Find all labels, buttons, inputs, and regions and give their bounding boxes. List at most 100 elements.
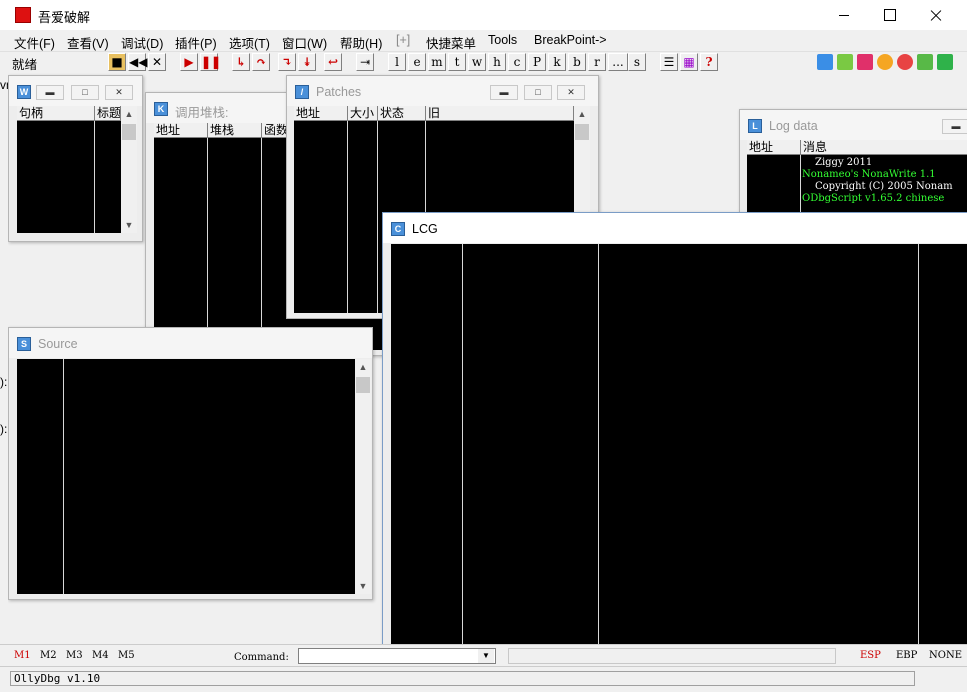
window-caption[interactable]: C LCG — [383, 213, 967, 243]
box-plugin-icon[interactable] — [937, 54, 953, 70]
chart-plugin-icon[interactable] — [917, 54, 933, 70]
rewind-icon[interactable]: ◀◀ — [128, 53, 147, 71]
column-header[interactable]: 消息 — [801, 140, 967, 155]
windows-list-pane[interactable] — [17, 121, 121, 233]
window-title: LCG — [412, 222, 438, 236]
scroll-thumb[interactable] — [122, 124, 136, 140]
menu-window[interactable]: 窗口(W) — [282, 33, 327, 52]
pause-icon[interactable]: ❚❚ — [200, 53, 221, 71]
toolbar-w-button[interactable]: w — [468, 53, 486, 71]
help-button[interactable]: ? — [700, 53, 718, 71]
column-header[interactable]: 地址 — [154, 123, 208, 138]
column-header[interactable]: 地址 — [294, 106, 348, 121]
window-caption[interactable]: L Log data ▬ — [740, 110, 967, 140]
source-window[interactable]: S Source ▲ ▼ — [8, 327, 373, 600]
column-header[interactable]: 堆栈 — [208, 123, 262, 138]
list-icon[interactable]: ☰ — [660, 53, 678, 71]
vertical-scrollbar[interactable]: ▲ ▼ — [121, 106, 137, 233]
menu-view[interactable]: 查看(V) — [67, 33, 109, 52]
lcg-window[interactable]: C LCG — [382, 212, 967, 644]
version-text: OllyDbg v1.10 — [10, 671, 915, 686]
vertical-scrollbar[interactable]: ▲ ▼ — [355, 359, 371, 594]
refresh-plugin-icon[interactable] — [817, 54, 833, 70]
m3-button[interactable]: M3 — [66, 650, 83, 661]
menu-plugins[interactable]: 插件(P) — [175, 33, 217, 52]
window-restore-button[interactable]: □ — [524, 85, 552, 100]
pause-plugin-icon[interactable] — [837, 54, 853, 70]
window-minimize-button[interactable]: ▬ — [36, 85, 64, 100]
window-minimize-button[interactable]: ▬ — [942, 119, 967, 134]
toolbar-l-button[interactable]: l — [388, 53, 406, 71]
close-button[interactable] — [913, 0, 959, 30]
menu-shortcuts[interactable]: 快捷菜单 — [426, 33, 476, 52]
scroll-thumb[interactable] — [575, 124, 589, 140]
run-icon[interactable]: ▶ — [180, 53, 198, 71]
toolbar-h-button[interactable]: h — [488, 53, 506, 71]
toolbar-m-button[interactable]: m — [428, 53, 446, 71]
toolbar-c-button[interactable]: c — [508, 53, 526, 71]
window-title: Source — [38, 337, 78, 351]
scroll-down-icon[interactable]: ▼ — [355, 578, 371, 594]
command-input[interactable] — [298, 648, 496, 664]
m1-button[interactable]: M1 — [14, 650, 31, 661]
m5-button[interactable]: M5 — [118, 650, 135, 661]
window-restore-button[interactable]: □ — [71, 85, 99, 100]
close-file-icon[interactable]: ✕ — [148, 53, 166, 71]
m2-button[interactable]: M2 — [40, 650, 57, 661]
window-minimize-button[interactable]: ▬ — [490, 85, 518, 100]
scroll-up-icon[interactable]: ▲ — [574, 106, 590, 122]
trace-over-icon[interactable]: ↡ — [298, 53, 316, 71]
trace-into-icon[interactable]: ↴ — [278, 53, 296, 71]
window-close-button[interactable]: ✕ — [557, 85, 585, 100]
toolbar-more-button[interactable]: ... — [608, 53, 628, 71]
circle-plugin-icon[interactable] — [877, 54, 893, 70]
window-icon: C — [391, 222, 405, 236]
menu-tools[interactable]: Tools — [488, 33, 517, 47]
esp-button[interactable]: ESP — [860, 650, 881, 661]
chevron-down-icon[interactable]: ▼ — [478, 649, 494, 663]
scroll-up-icon[interactable]: ▲ — [355, 359, 371, 375]
ebp-button[interactable]: EBP — [896, 650, 917, 661]
none-button[interactable]: NONE — [929, 650, 962, 661]
menu-debug[interactable]: 调试(D) — [121, 33, 163, 52]
toolbar-t-button[interactable]: t — [448, 53, 466, 71]
scroll-up-icon[interactable]: ▲ — [121, 106, 137, 122]
column-header[interactable]: 旧 — [426, 106, 574, 121]
toolbar-e-button[interactable]: e — [408, 53, 426, 71]
minimize-button[interactable] — [821, 0, 867, 30]
column-header[interactable]: 大小 — [348, 106, 378, 121]
toolbar-k-button[interactable]: k — [548, 53, 566, 71]
toolbar-p-button[interactable]: P — [528, 53, 546, 71]
scroll-down-icon[interactable]: ▼ — [121, 217, 137, 233]
window-close-button[interactable]: ✕ — [105, 85, 133, 100]
toolbar-s-button[interactable]: s — [628, 53, 646, 71]
column-header[interactable]: 状态 — [378, 106, 426, 121]
step-over-icon[interactable]: ↷ — [252, 53, 270, 71]
window-caption[interactable]: S Source — [9, 328, 372, 358]
toolbar-r-button[interactable]: r — [588, 53, 606, 71]
step-into-icon[interactable]: ↳ — [232, 53, 250, 71]
goto-icon[interactable]: ⇥ — [356, 53, 374, 71]
toolbar-b-button[interactable]: b — [568, 53, 586, 71]
execute-till-return-icon[interactable]: ↩ — [324, 53, 342, 71]
scroll-thumb[interactable] — [356, 377, 370, 393]
open-icon[interactable]: ■ — [108, 53, 126, 71]
grid-icon[interactable]: ▦ — [680, 53, 698, 71]
column-header[interactable]: 句柄 — [17, 106, 95, 121]
menu-breakpoint[interactable]: BreakPoint-> — [534, 33, 607, 47]
m4-button[interactable]: M4 — [92, 650, 109, 661]
source-pane[interactable] — [17, 359, 355, 594]
window-caption[interactable]: W ▬ □ ✕ — [9, 76, 142, 106]
windows-list-window[interactable]: W ▬ □ ✕ 句柄 标题 ▲ ▼ — [8, 75, 143, 242]
a-plugin-icon[interactable] — [857, 54, 873, 70]
maximize-button[interactable] — [867, 0, 913, 30]
window-caption[interactable]: / Patches ▬ □ ✕ — [287, 76, 598, 106]
menu-file[interactable]: 文件(F) — [14, 33, 55, 52]
lcg-pane[interactable] — [391, 244, 967, 644]
menu-plus[interactable]: [+] — [396, 33, 410, 47]
column-header[interactable]: 地址 — [747, 140, 801, 155]
column-header[interactable]: 标题 — [95, 106, 121, 121]
menu-options[interactable]: 选项(T) — [229, 33, 270, 52]
menu-help[interactable]: 帮助(H) — [340, 33, 382, 52]
target-plugin-icon[interactable] — [897, 54, 913, 70]
